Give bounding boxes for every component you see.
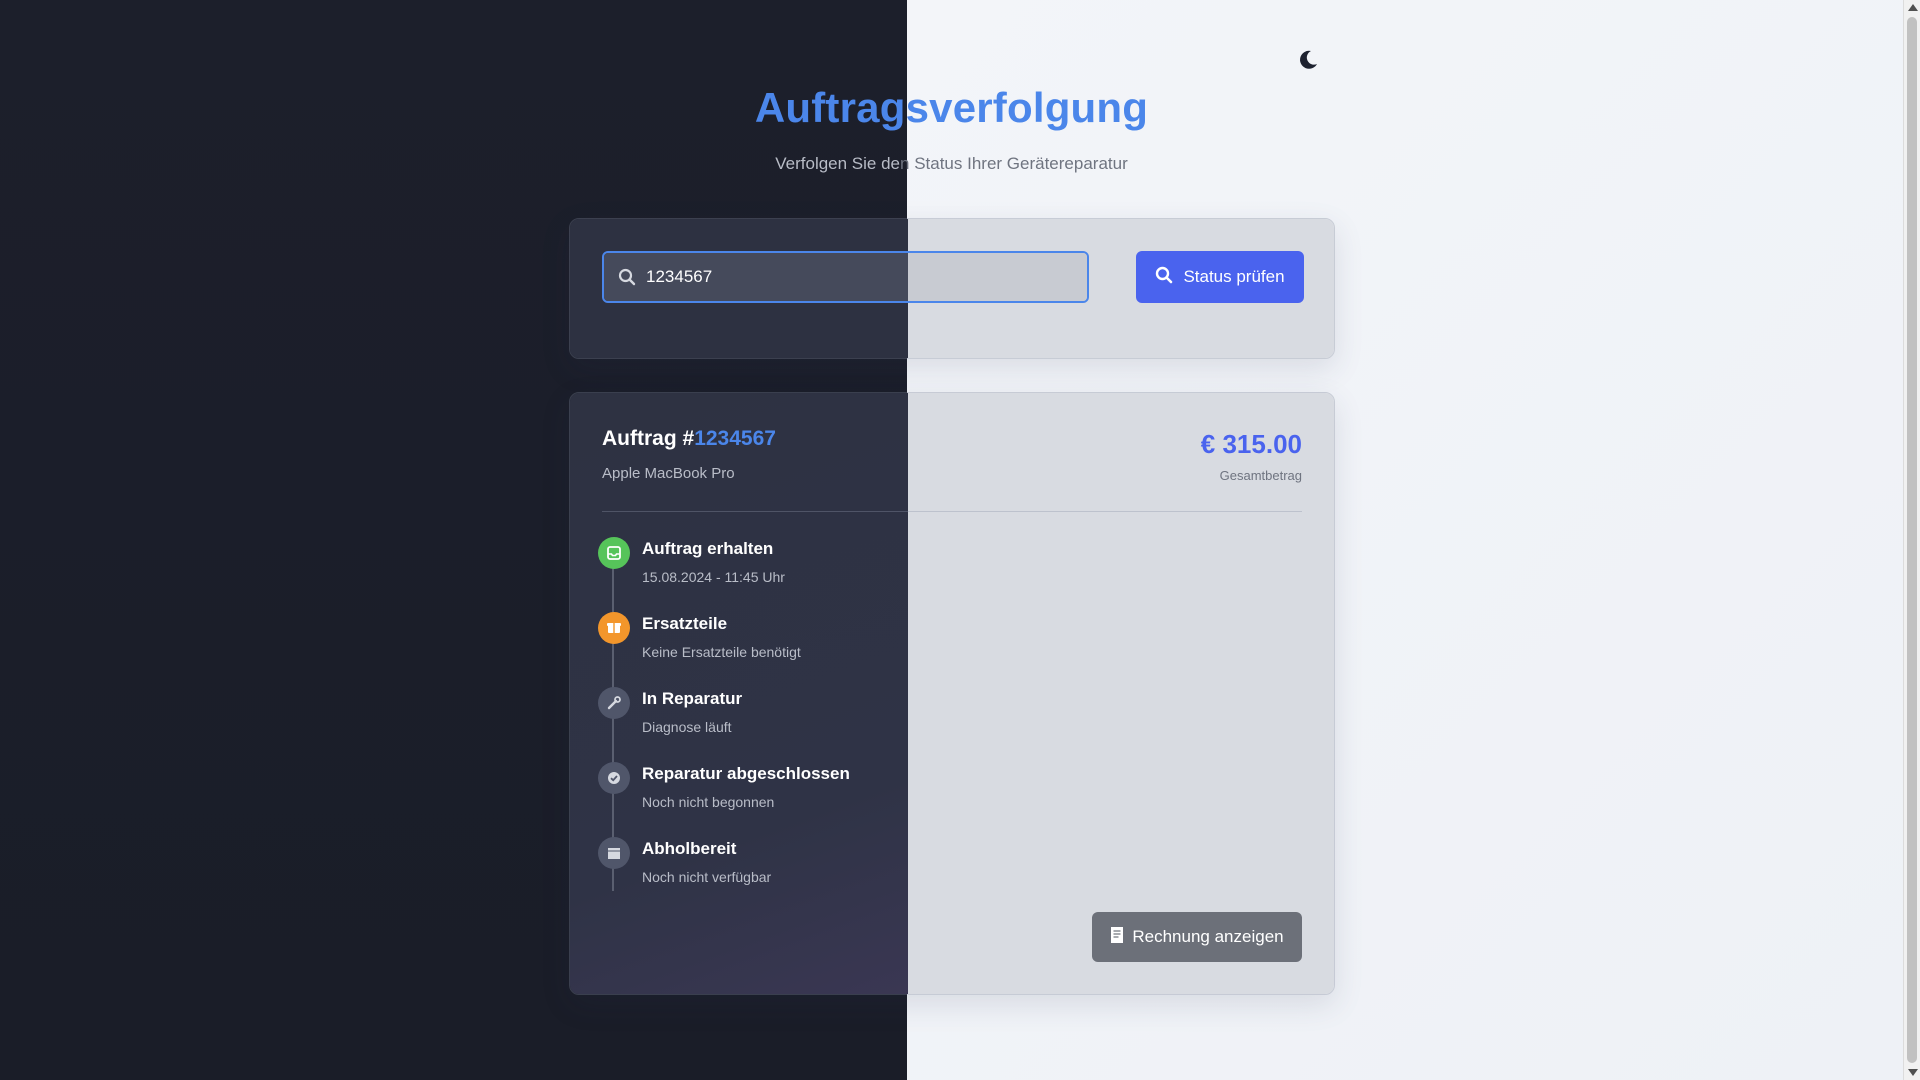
- check-status-label: Status prüfen: [1183, 267, 1285, 286]
- step-title: Abholbereit: [642, 839, 737, 858]
- total-price: € 315.00: [1200, 429, 1302, 459]
- page-subtitle: Verfolgen Sie den Status Ihrer Geräterep…: [775, 154, 1128, 173]
- check-circle-icon: [598, 762, 630, 794]
- check-status-button[interactable]: Status prüfen: [1136, 251, 1304, 303]
- step-subtitle: 15.08.2024 - 11:45 Uhr: [642, 569, 785, 585]
- search-input[interactable]: [646, 267, 1066, 287]
- scroll-down-arrow-icon[interactable]: [1908, 1069, 1918, 1076]
- timeline-step: Reparatur abgeschlossen Noch nicht begon…: [598, 762, 998, 837]
- scroll-up-arrow-icon[interactable]: [1908, 4, 1918, 11]
- device-name: Apple MacBook Pro: [602, 465, 735, 482]
- wrench-icon: [598, 687, 630, 719]
- order-amount: € 315.00 Gesamtbetrag: [1201, 429, 1302, 483]
- page-title: Auftragsverfolgung: [754, 84, 1149, 131]
- step-title: Auftrag erhalten: [642, 539, 774, 558]
- search-icon: [618, 268, 636, 286]
- show-invoice-button[interactable]: Rechnung anzeigen: [1092, 912, 1302, 962]
- divider: [602, 511, 1302, 512]
- step-title: Reparatur abgeschlossen: [642, 764, 850, 783]
- vertical-scrollbar[interactable]: [1903, 0, 1920, 1080]
- store-icon: [598, 837, 630, 869]
- order-header: Auftrag #1234567 Apple MacBook Pro: [602, 427, 776, 482]
- timeline-step: Abholbereit Noch nicht verfügbar: [598, 837, 998, 912]
- step-subtitle: Noch nicht verfügbar: [642, 869, 772, 885]
- inbox-icon: [598, 537, 630, 569]
- order-search-field[interactable]: [602, 251, 1089, 303]
- timeline-step: Auftrag erhalten 15.08.2024 - 11:45 Uhr: [598, 537, 998, 612]
- scrollbar-thumb[interactable]: [1907, 17, 1917, 1063]
- moon-icon[interactable]: [1296, 48, 1320, 72]
- timeline-step: Ersatzteile Keine Ersatzteile benötigt: [598, 612, 998, 687]
- order-title: Auftrag #1234567: [602, 427, 776, 450]
- step-subtitle: Keine Ersatzteile benötigt: [642, 644, 801, 660]
- order-card: Auftrag #1234567 Apple MacBook Pro € 315…: [569, 392, 1335, 995]
- search-card: Status prüfen: [569, 218, 1335, 359]
- step-title: In Reparatur: [642, 689, 743, 708]
- status-timeline: Auftrag erhalten 15.08.2024 - 11:45 Uhr …: [598, 537, 998, 912]
- show-invoice-label: Rechnung anzeigen: [1132, 927, 1284, 946]
- order-number: 1234567: [694, 427, 776, 450]
- search-icon: [1155, 266, 1173, 289]
- step-subtitle: Noch nicht begonnen: [642, 794, 775, 810]
- step-subtitle: Diagnose läuft: [642, 719, 732, 735]
- step-title: Ersatzteile: [642, 614, 728, 633]
- timeline-step: In Reparatur Diagnose läuft: [598, 687, 998, 762]
- box-icon: [598, 612, 630, 644]
- receipt-icon: [1110, 926, 1124, 949]
- total-price-label: Gesamtbetrag: [1219, 468, 1302, 483]
